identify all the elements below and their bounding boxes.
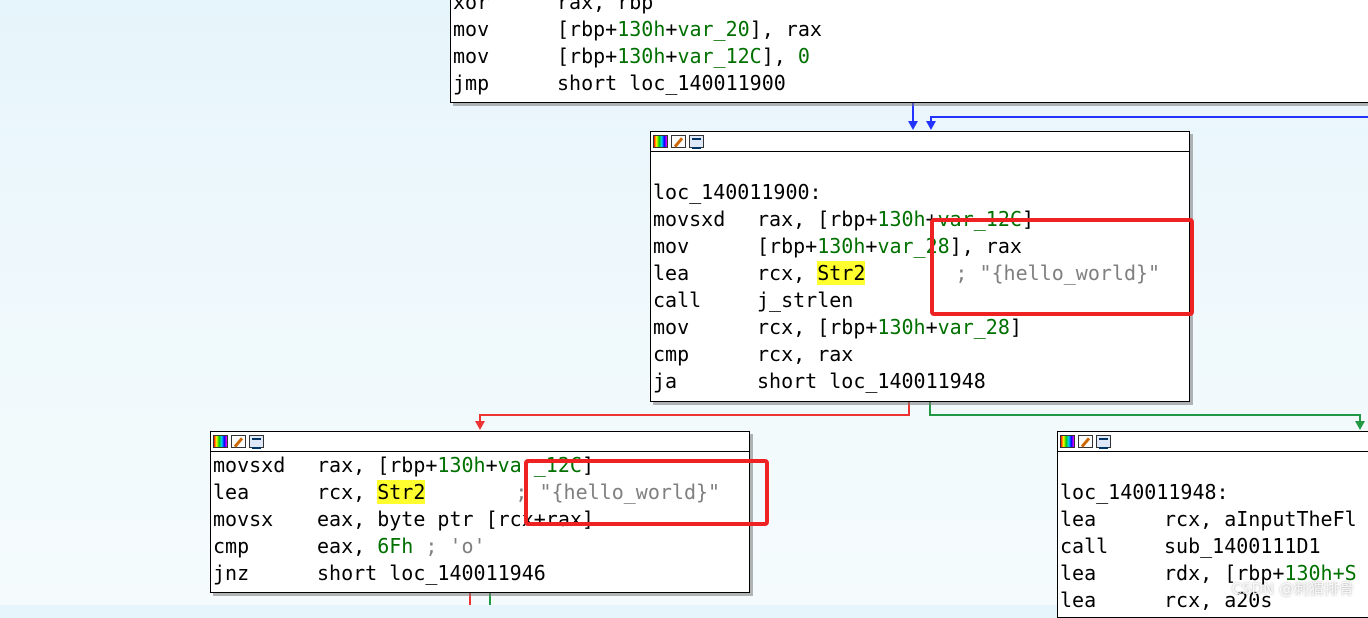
edge-green-arrowhead xyxy=(1355,421,1365,430)
asm-line[interactable]: call sub_1400111D1 xyxy=(1058,533,1368,560)
asm-line[interactable]: cmp rcx, rax xyxy=(651,341,1189,368)
annotation-box-left xyxy=(524,459,769,526)
edit-icon[interactable] xyxy=(671,135,686,148)
asm-line[interactable]: jmp short loc_140011900 xyxy=(451,70,1368,97)
annotation-box-middle xyxy=(930,218,1194,316)
edge-green-out xyxy=(489,592,491,605)
edge-blue-1-arrowhead xyxy=(908,121,918,130)
list-view-icon[interactable] xyxy=(1096,435,1111,449)
asm-line[interactable]: jnz short loc_140011946 xyxy=(211,560,749,587)
asm-line[interactable]: mov [rbp+130h+var_12C], 0 xyxy=(451,43,1368,70)
edge-blue-1 xyxy=(912,102,914,122)
block-titlebar xyxy=(211,432,749,452)
edge-green-v1 xyxy=(929,401,931,415)
list-view-icon[interactable] xyxy=(689,135,704,149)
edge-red-out xyxy=(469,592,471,605)
edge-red-arrowhead xyxy=(475,421,485,430)
block-label[interactable]: loc_140011948: xyxy=(1058,479,1368,506)
asm-line[interactable]: mov [rbp+130h+var_20], rax xyxy=(451,16,1368,43)
asm-line[interactable]: ja short loc_140011948 xyxy=(651,368,1189,395)
edge-blue-2-arrowhead xyxy=(926,121,936,130)
edge-red-h xyxy=(479,414,910,416)
str2-highlight[interactable]: Str2 xyxy=(377,480,426,504)
edge-green-h xyxy=(929,414,1361,416)
graph-color-icon[interactable] xyxy=(213,435,228,448)
asm-line[interactable]: cmp eax, 6Fh ; 'o' xyxy=(211,533,749,560)
graph-color-icon[interactable] xyxy=(1060,435,1075,448)
edge-red-v1 xyxy=(908,401,910,415)
code-block-top[interactable]: xor rax, rbp mov [rbp+130h+var_20], rax mo… xyxy=(450,0,1368,103)
graph-color-icon[interactable] xyxy=(653,135,668,148)
block-titlebar xyxy=(1058,432,1368,452)
edge-blue-2 xyxy=(930,116,1368,118)
asm-line[interactable]: lea rcx, aInputTheFl xyxy=(1058,506,1368,533)
asm-line[interactable]: xor rax, rbp xyxy=(451,0,1368,16)
str2-highlight[interactable]: Str2 xyxy=(817,261,866,285)
edit-icon[interactable] xyxy=(1078,435,1093,448)
block-titlebar xyxy=(651,132,1189,152)
watermark: CSDN @刺猬排骨 xyxy=(1231,580,1354,598)
block-label[interactable]: loc_140011900: xyxy=(651,179,1189,206)
edit-icon[interactable] xyxy=(231,435,246,448)
list-view-icon[interactable] xyxy=(249,435,264,449)
asm-line[interactable]: mov rcx, [rbp+130h+var_28] xyxy=(651,314,1189,341)
